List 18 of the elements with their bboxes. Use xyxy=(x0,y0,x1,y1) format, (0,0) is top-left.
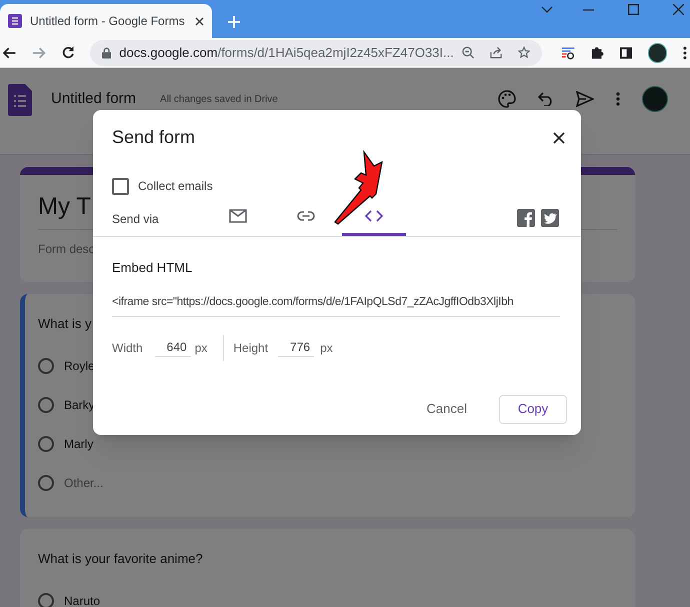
url-text: docs.google.com/forms/d/1HAi5qea2mjI2z45xFZ47O33I... xyxy=(119,44,454,62)
send-via-label: Send via xyxy=(112,211,159,228)
unit-label: px xyxy=(194,340,208,356)
option-label: Marly xyxy=(64,437,94,451)
option-label: Naruto xyxy=(64,594,100,607)
save-status: All changes saved in Drive xyxy=(160,93,278,107)
unit-label: px xyxy=(320,340,333,356)
embed-heading: Embed HTML xyxy=(112,259,194,277)
question-title: What is y xyxy=(38,315,92,333)
question-title: What is your favorite anime? xyxy=(38,550,204,568)
checkbox-label: Collect emails xyxy=(138,178,213,195)
dialog-title: Send form xyxy=(112,126,196,149)
width-label: Width xyxy=(112,340,143,356)
option-label: Royle xyxy=(64,359,95,373)
option-label: Barky xyxy=(64,398,95,412)
tab-title: Untitled form - Google Forms xyxy=(30,13,186,30)
height-label: Height xyxy=(233,340,268,356)
option-label: Other... xyxy=(64,476,104,490)
